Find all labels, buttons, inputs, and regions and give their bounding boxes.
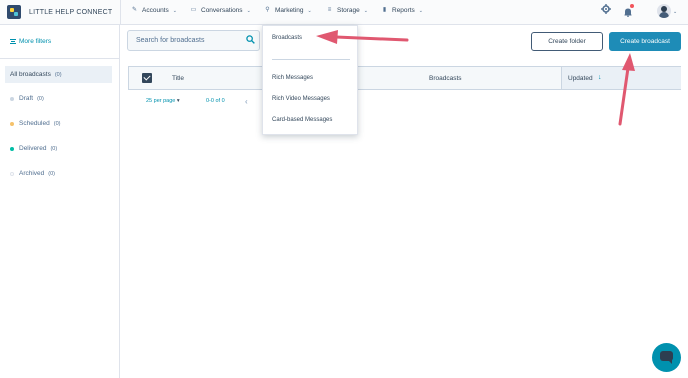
sidebar-item-scheduled[interactable]: Scheduled (0) <box>5 115 112 132</box>
sidebar-item-all-broadcasts[interactable]: All broadcasts (0) <box>5 66 112 83</box>
column-header-title[interactable]: Title <box>172 75 184 82</box>
more-filters-label: More filters <box>19 38 52 45</box>
divider <box>0 58 119 59</box>
menu-item-rich-video-messages[interactable]: Rich Video Messages <box>272 96 330 102</box>
status-dot <box>10 171 14 176</box>
bar-chart-icon: ▮ <box>382 7 387 13</box>
pagination-range: 0-0 of 0 <box>206 98 225 104</box>
marketing-dropdown-menu: Broadcasts Rich Messages Rich Video Mess… <box>262 25 358 135</box>
chat-icon: ▭ <box>190 7 197 13</box>
chevron-down-icon: ⌄ <box>172 7 177 14</box>
chevron-down-icon: ⌄ <box>307 7 312 14</box>
per-page-select[interactable]: 25 per page ▾ <box>146 98 180 104</box>
menu-item-broadcasts[interactable]: Broadcasts <box>272 35 302 41</box>
avatar[interactable] <box>657 4 671 18</box>
sidebar-item-label: Archived <box>19 170 45 177</box>
sidebar-item-label: Draft <box>19 95 34 102</box>
bell-icon <box>624 8 632 18</box>
storage-icon: ≡ <box>327 7 332 13</box>
filter-icon <box>10 39 16 44</box>
more-filters-link[interactable]: More filters <box>10 38 51 45</box>
sidebar-item-count: (0) <box>48 170 56 177</box>
create-folder-button[interactable]: Create folder <box>531 32 603 51</box>
sidebar-item-label: All broadcasts <box>10 71 51 78</box>
menu-item-rich-messages[interactable]: Rich Messages <box>272 75 313 81</box>
brand[interactable]: LITTLE HELP CONNECT <box>7 5 112 19</box>
wrench-icon: ✎ <box>131 7 138 13</box>
search-input[interactable]: Search for broadcasts <box>127 30 260 51</box>
sidebar: More filters All broadcasts (0) Draft (0… <box>0 25 120 378</box>
sidebar-item-count: (0) <box>37 95 44 102</box>
brand-name: LITTLE HELP CONNECT <box>29 8 113 16</box>
sidebar-item-archived[interactable]: Archived (0) <box>5 165 112 182</box>
top-nav: LITTLE HELP CONNECT ✎ Accounts ⌄ ▭ Conve… <box>0 0 688 25</box>
gear-icon[interactable] <box>601 4 611 14</box>
notifications-button[interactable] <box>623 4 634 18</box>
column-header-broadcasts[interactable]: Broadcasts <box>429 75 462 82</box>
search-icon[interactable] <box>246 35 255 44</box>
chat-launcher-button[interactable] <box>652 343 681 372</box>
megaphone-icon: ⚲ <box>265 7 270 13</box>
per-page-label: 25 per page <box>146 98 176 104</box>
nav-item-storage[interactable]: ≡ Storage ⌄ <box>326 7 368 14</box>
create-broadcast-button[interactable]: Create broadcast <box>609 32 681 51</box>
search-placeholder: Search for broadcasts <box>136 37 205 44</box>
caret-down-icon: ▾ <box>176 98 180 104</box>
nav-divider <box>120 0 121 25</box>
chevron-down-icon: ⌄ <box>418 7 423 14</box>
nav-item-marketing[interactable]: ⚲ Marketing ⌄ <box>264 7 312 14</box>
sort-arrow-down-icon: ↓ <box>598 74 602 81</box>
chevron-down-icon: ⌄ <box>363 7 368 14</box>
status-dot <box>10 96 14 101</box>
nav-item-reports[interactable]: ▮ Reports ⌄ <box>381 7 423 14</box>
nav-item-label: Marketing <box>275 7 304 14</box>
sidebar-item-draft[interactable]: Draft (0) <box>5 90 112 107</box>
menu-divider <box>272 59 350 60</box>
notification-dot <box>630 4 634 8</box>
nav-item-label: Reports <box>392 7 415 14</box>
brand-logo <box>7 5 21 19</box>
chevron-left-icon[interactable]: ‹ <box>245 97 248 106</box>
chevron-down-icon: ⌄ <box>246 7 251 14</box>
sidebar-item-count: (0) <box>53 120 61 127</box>
chevron-down-icon: ⌄ <box>673 9 678 15</box>
status-dot <box>10 121 14 126</box>
nav-item-label: Storage <box>337 7 360 14</box>
sidebar-item-delivered[interactable]: Delivered (0) <box>5 140 112 157</box>
column-header-label: Updated <box>568 75 593 82</box>
nav-item-conversations[interactable]: ▭ Conversations ⌄ <box>190 7 251 14</box>
sidebar-item-label: Scheduled <box>19 120 50 127</box>
table-header: Title Broadcasts Updated ↓ <box>128 66 681 90</box>
sidebar-item-count: (0) <box>54 71 62 78</box>
nav-item-label: Conversations <box>201 7 243 14</box>
sidebar-item-count: (0) <box>50 145 58 152</box>
app-root: LITTLE HELP CONNECT ✎ Accounts ⌄ ▭ Conve… <box>0 0 688 378</box>
menu-item-card-based-messages[interactable]: Card-based Messages <box>272 117 332 123</box>
select-all-checkbox[interactable] <box>142 73 152 83</box>
sidebar-item-label: Delivered <box>19 145 47 152</box>
column-header-updated[interactable]: Updated ↓ <box>561 67 681 89</box>
nav-item-label: Accounts <box>142 7 169 14</box>
chat-bubble-icon <box>660 351 673 364</box>
nav-item-accounts[interactable]: ✎ Accounts ⌄ <box>131 7 177 14</box>
status-dot <box>10 146 14 151</box>
